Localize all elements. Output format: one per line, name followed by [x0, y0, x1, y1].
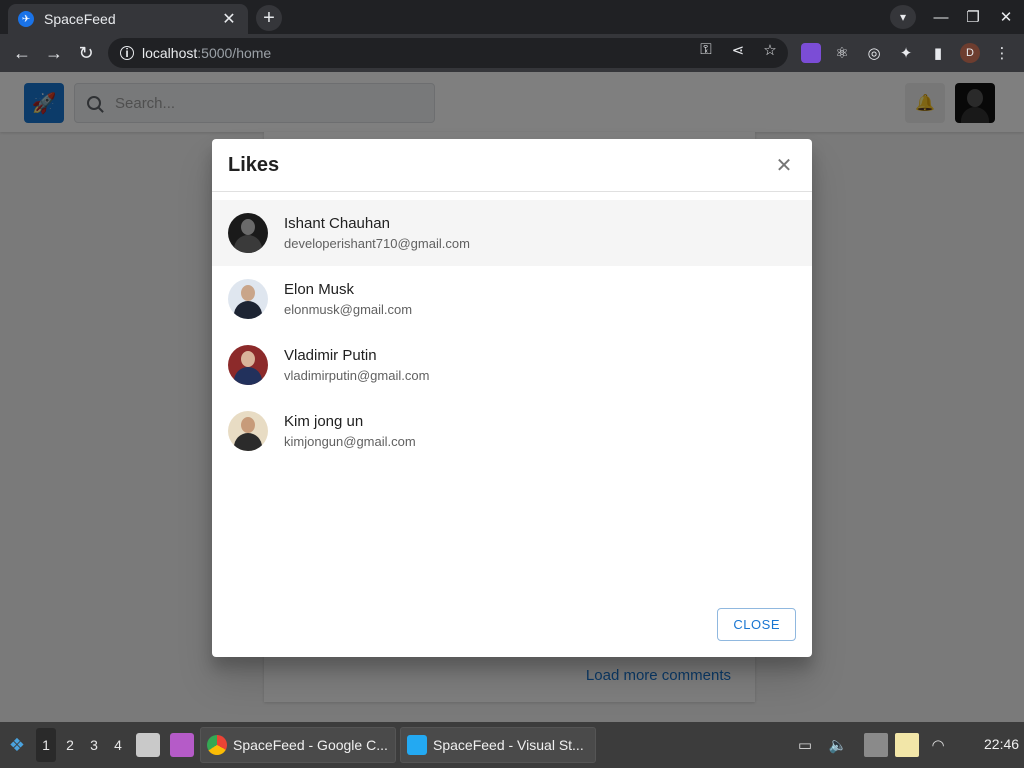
react-devtools-icon[interactable]: ⚛	[832, 43, 852, 63]
share-icon[interactable]: ⋖	[728, 41, 748, 59]
task-chrome[interactable]: SpaceFeed - Google C...	[200, 727, 396, 763]
chrome-icon	[207, 735, 227, 755]
close-icon[interactable]: ✕	[772, 153, 796, 177]
dialog-header: Likes ✕	[212, 139, 812, 192]
restore-icon[interactable]: ❐	[961, 6, 985, 28]
bookmark-star-icon[interactable]: ☆	[760, 41, 780, 59]
list-item[interactable]: Vladimir Putin vladimirputin@gmail.com	[212, 332, 812, 398]
page-viewport: 🚀 🔔 Load more comments Likes ✕ Ishant Ch…	[0, 72, 1024, 722]
avatar	[228, 345, 268, 385]
tab-search-chevron-icon[interactable]: ▾	[890, 5, 916, 29]
key-icon[interactable]: ⚿	[696, 41, 716, 58]
profile-avatar[interactable]: D	[960, 43, 980, 63]
likes-list: Ishant Chauhan developerishant710@gmail.…	[212, 200, 812, 464]
reload-icon[interactable]: ↻	[74, 42, 98, 64]
menu-kebab-icon[interactable]: ⋮	[992, 43, 1012, 63]
clock[interactable]: 22:46	[984, 736, 1019, 752]
likes-dialog: Likes ✕ Ishant Chauhan developerishant71…	[212, 139, 812, 657]
tab-title: SpaceFeed	[44, 11, 116, 27]
user-name: Ishant Chauhan	[284, 215, 390, 232]
user-email: elonmusk@gmail.com	[284, 302, 413, 317]
close-button[interactable]: CLOSE	[717, 608, 796, 641]
target-extension-icon[interactable]: ◎	[864, 43, 884, 63]
task-vscode[interactable]: SpaceFeed - Visual St...	[400, 727, 596, 763]
site-info-icon[interactable]: i	[120, 46, 134, 60]
screenshot-tool-icon[interactable]	[864, 733, 888, 757]
workspace-2[interactable]: 2	[60, 728, 80, 762]
url-host: localhost	[142, 45, 198, 61]
user-name: Elon Musk	[284, 281, 355, 298]
notes-icon[interactable]	[895, 733, 919, 757]
back-arrow-icon[interactable]: ←	[10, 42, 34, 64]
user-name: Vladimir Putin	[284, 347, 377, 364]
workspace-1[interactable]: 1	[36, 728, 56, 762]
volume-icon[interactable]: 🔈	[826, 733, 850, 757]
vscode-icon	[407, 735, 427, 755]
side-panel-icon[interactable]: ▮	[928, 43, 948, 63]
extension-icon[interactable]	[801, 43, 821, 63]
app-launcher-icon[interactable]	[170, 733, 194, 757]
task-label: SpaceFeed - Google C...	[233, 737, 388, 753]
avatar	[228, 279, 268, 319]
browser-toolbar: ← → ↻ i localhost :5000/home ⚿ ⋖ ☆ ⚛ ◎ ✦…	[0, 34, 1024, 72]
browser-tab[interactable]: ✈ SpaceFeed ✕	[8, 4, 248, 34]
start-menu-icon[interactable]: ❖	[6, 734, 28, 756]
file-manager-icon[interactable]	[136, 733, 160, 757]
window-close-icon[interactable]: ✕	[994, 6, 1018, 28]
tab-close-icon[interactable]: ✕	[220, 9, 238, 29]
address-bar[interactable]: i localhost :5000/home	[108, 38, 788, 68]
user-email: developerishant710@gmail.com	[284, 236, 470, 251]
user-email: kimjongun@gmail.com	[284, 434, 416, 449]
dialog-title: Likes	[228, 153, 280, 176]
list-item[interactable]: Elon Musk elonmusk@gmail.com	[212, 266, 812, 332]
list-item[interactable]: Ishant Chauhan developerishant710@gmail.…	[212, 200, 812, 266]
avatar	[228, 411, 268, 451]
extensions-puzzle-icon[interactable]: ✦	[896, 43, 916, 63]
spacefeed-favicon-icon: ✈	[18, 11, 34, 27]
minimize-icon[interactable]: —	[929, 6, 953, 28]
os-taskbar: ❖ 1 2 3 4 SpaceFeed - Google C... SpaceF…	[0, 722, 1024, 768]
new-tab-button[interactable]: +	[256, 5, 282, 31]
workspace-4[interactable]: 4	[108, 728, 128, 762]
user-email: vladimirputin@gmail.com	[284, 368, 430, 383]
user-name: Kim jong un	[284, 413, 364, 430]
task-label: SpaceFeed - Visual St...	[433, 737, 584, 753]
url-path: :5000/home	[197, 45, 272, 61]
drive-icon[interactable]: ▭	[793, 733, 817, 757]
forward-arrow-icon[interactable]: →	[42, 42, 66, 64]
avatar	[228, 213, 268, 253]
wifi-icon[interactable]: ◠	[926, 733, 950, 757]
browser-tab-bar: ✈ SpaceFeed ✕ + ▾ — ❐ ✕	[0, 0, 1024, 34]
workspace-3[interactable]: 3	[84, 728, 104, 762]
list-item[interactable]: Kim jong un kimjongun@gmail.com	[212, 398, 812, 464]
